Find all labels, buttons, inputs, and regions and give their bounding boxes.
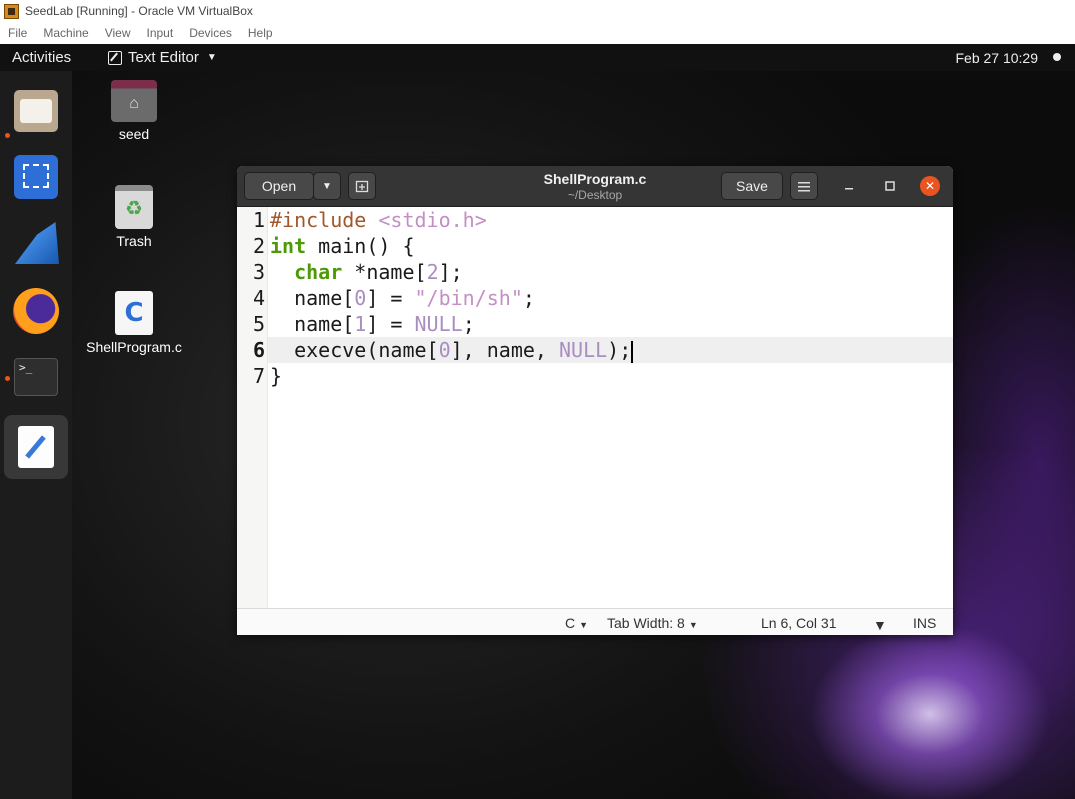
host-menu-bar: File Machine View Input Devices Help xyxy=(0,22,1075,44)
line-number: 7 xyxy=(252,364,265,388)
insert-mode-label[interactable]: INS xyxy=(913,615,936,631)
desktop-icon-shellprogram[interactable]: C ShellProgram.c xyxy=(79,291,189,355)
guest-screen: Activities Text Editor ▼ Feb 27 10:29 >_ xyxy=(0,44,1075,799)
chevron-down-icon: ▼ xyxy=(322,180,332,192)
firefox-icon xyxy=(13,288,59,334)
editor-header-bar[interactable]: Open ▼ ShellProgram.c ~/Desktop Save ✕ xyxy=(237,166,953,207)
host-menu-input[interactable]: Input xyxy=(139,26,182,40)
dock-terminal[interactable]: >_ xyxy=(10,351,62,403)
trash-icon: ♻ xyxy=(115,185,153,229)
host-title-bar: SeedLab [Running] - Oracle VM VirtualBox xyxy=(0,0,1075,22)
status-bar: C ▼ Tab Width: 8 ▼ Ln 6, Col 31 ▼ INS xyxy=(237,608,953,635)
hamburger-menu-button[interactable] xyxy=(790,172,818,200)
files-icon xyxy=(14,90,58,132)
code-editor[interactable]: 1 2 3 4 5 6 7 #include <stdio.h> int main… xyxy=(237,207,953,608)
dock-wireshark[interactable] xyxy=(10,217,62,269)
caret-down-icon: ▼ xyxy=(206,52,217,63)
clock[interactable]: Feb 27 10:29 xyxy=(955,50,1038,66)
virtualbox-logo-icon xyxy=(4,3,19,19)
text-editor-icon xyxy=(18,426,54,468)
dock-screenshot[interactable] xyxy=(10,151,62,203)
dock-text-editor[interactable] xyxy=(4,415,68,479)
desktop-icon-label: Trash xyxy=(116,233,152,249)
save-button[interactable]: Save xyxy=(721,172,783,200)
host-menu-help[interactable]: Help xyxy=(240,26,281,40)
code-line[interactable]: name[0] = "/bin/sh"; xyxy=(268,285,953,311)
c-source-file-icon: C xyxy=(115,291,153,335)
dropdown-arrow-icon[interactable]: ▼ xyxy=(873,617,887,633)
line-number: 1 xyxy=(252,208,265,232)
code-line[interactable]: char *name[2]; xyxy=(268,259,953,285)
screenshot-icon xyxy=(14,155,58,199)
open-dropdown-button[interactable]: ▼ xyxy=(313,172,341,200)
code-line[interactable]: #include <stdio.h> xyxy=(268,207,953,233)
app-menu[interactable]: Text Editor ▼ xyxy=(108,49,217,66)
save-button-label: Save xyxy=(736,178,768,194)
code-line[interactable]: name[1] = NULL; xyxy=(268,311,953,337)
app-menu-label: Text Editor xyxy=(128,49,199,66)
desktop-icon-trash[interactable]: ♻ Trash xyxy=(79,185,189,249)
host-menu-machine[interactable]: Machine xyxy=(35,26,96,40)
code-line[interactable]: } xyxy=(268,363,953,389)
host-menu-devices[interactable]: Devices xyxy=(181,26,240,40)
code-area[interactable]: #include <stdio.h> int main() { char *nam… xyxy=(268,207,953,608)
wireshark-icon xyxy=(13,220,59,266)
minimize-button[interactable] xyxy=(835,172,863,200)
dock-files[interactable] xyxy=(10,85,62,137)
dock: >_ xyxy=(0,71,72,799)
dropdown-arrow-icon: ▼ xyxy=(688,620,698,630)
new-tab-button[interactable] xyxy=(348,172,376,200)
open-button[interactable]: Open xyxy=(244,172,314,200)
cursor-position-selector[interactable]: Ln 6, Col 31 xyxy=(761,615,837,631)
desktop-icon-label: seed xyxy=(118,126,150,142)
language-selector[interactable]: C ▼ xyxy=(565,615,588,631)
host-title: SeedLab [Running] - Oracle VM VirtualBox xyxy=(25,4,253,18)
line-number: 5 xyxy=(252,312,265,336)
minimize-icon xyxy=(845,188,853,190)
home-folder-icon: ⌂ xyxy=(111,80,157,122)
maximize-button[interactable] xyxy=(876,172,904,200)
tab-width-selector[interactable]: Tab Width: 8 ▼ xyxy=(607,615,698,631)
text-cursor xyxy=(631,340,633,363)
maximize-icon xyxy=(885,181,895,191)
text-editor-window: Open ▼ ShellProgram.c ~/Desktop Save ✕ 1… xyxy=(237,166,953,635)
running-indicator xyxy=(5,133,10,138)
line-number-current: 6 xyxy=(252,338,265,362)
status-dot-icon[interactable] xyxy=(1053,53,1061,61)
line-number-gutter: 1 2 3 4 5 6 7 xyxy=(237,207,268,608)
desktop-icon-label: ShellProgram.c xyxy=(86,339,182,355)
close-button[interactable]: ✕ xyxy=(920,176,940,196)
desktop-icon-home[interactable]: ⌂ seed xyxy=(79,80,189,142)
code-line[interactable]: int main() { xyxy=(268,233,953,259)
line-number: 2 xyxy=(252,234,265,258)
code-line-current[interactable]: execve(name[0], name, NULL); xyxy=(268,337,953,363)
dropdown-arrow-icon: ▼ xyxy=(579,620,589,630)
line-number: 3 xyxy=(252,260,265,284)
hamburger-menu-icon xyxy=(798,181,810,191)
terminal-icon: >_ xyxy=(14,358,58,396)
close-icon: ✕ xyxy=(924,179,936,193)
new-tab-icon xyxy=(355,180,369,193)
gnome-top-bar: Activities Text Editor ▼ Feb 27 10:29 xyxy=(0,44,1075,71)
tab-width-label: Tab Width: 8 xyxy=(607,615,685,631)
open-button-label: Open xyxy=(261,178,297,194)
text-editor-small-icon xyxy=(108,50,122,65)
host-menu-view[interactable]: View xyxy=(97,26,139,40)
host-menu-file[interactable]: File xyxy=(0,26,35,40)
cursor-position-label: Ln 6, Col 31 xyxy=(761,615,837,631)
dock-firefox[interactable] xyxy=(10,285,62,337)
line-number: 4 xyxy=(252,286,265,310)
language-label: C xyxy=(565,615,576,631)
activities-button[interactable]: Activities xyxy=(0,49,100,66)
